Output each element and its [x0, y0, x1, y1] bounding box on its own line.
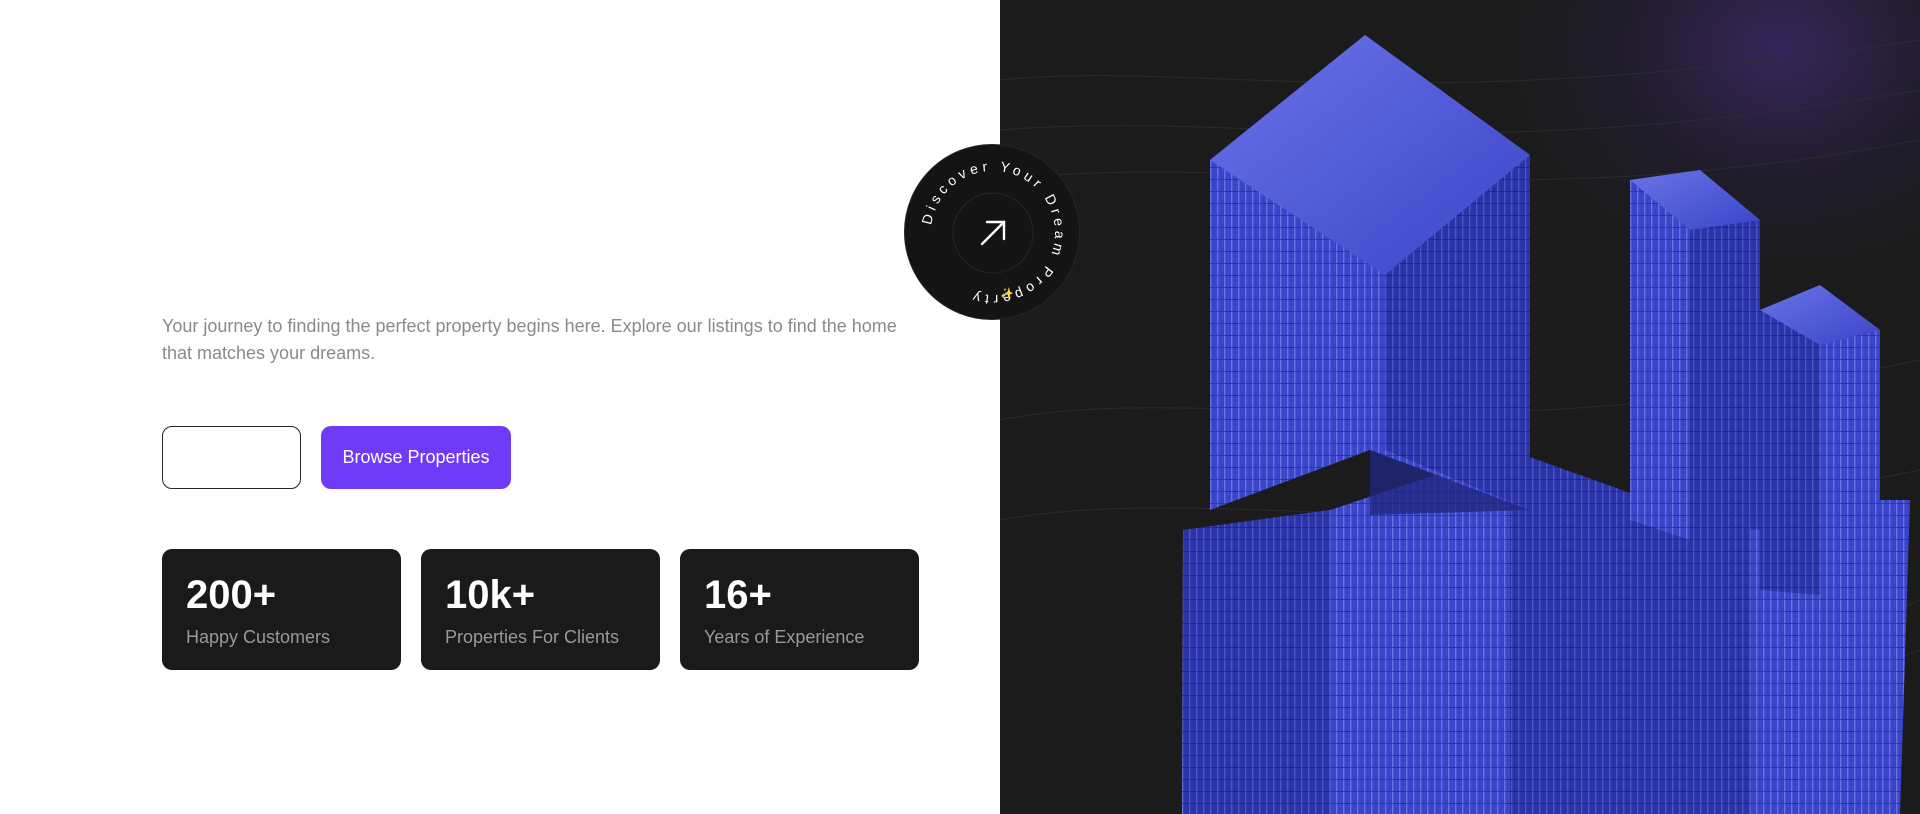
browse-properties-button[interactable]: Browse Properties: [321, 426, 511, 489]
stat-label: Happy Customers: [186, 627, 331, 647]
building-illustration: [1000, 35, 1920, 814]
hero-button-row: Browse Properties: [162, 426, 511, 489]
circular-text-badge: Discover Your Dream Property ✨: [918, 158, 1064, 308]
stat-card-experience: 16+ Years of Experience: [680, 549, 919, 670]
stat-label: Years of Experience: [704, 627, 865, 647]
stat-card-properties: 10k+ Properties For Clients: [421, 549, 660, 670]
stat-value: 10k+: [445, 573, 536, 617]
arrow-up-right-icon: [980, 220, 1006, 246]
sparkle-icon: ✨: [1000, 287, 1014, 300]
learn-more-button[interactable]: [162, 426, 301, 489]
stat-label: Properties For Clients: [445, 627, 620, 647]
hero-image-panel: [1000, 0, 1920, 814]
hero-left-panel: Your journey to finding the perfect prop…: [0, 0, 1000, 814]
stat-value: 200+: [186, 573, 277, 617]
discover-property-badge[interactable]: Discover Your Dream Property ✨: [904, 144, 1080, 320]
stat-card-customers: 200+ Happy Customers: [162, 549, 401, 670]
hero-description: Your journey to finding the perfect prop…: [162, 316, 897, 363]
stats-row: 200+ Happy Customers 10k+ Properties For…: [162, 549, 919, 670]
stat-value: 16+: [704, 573, 772, 617]
